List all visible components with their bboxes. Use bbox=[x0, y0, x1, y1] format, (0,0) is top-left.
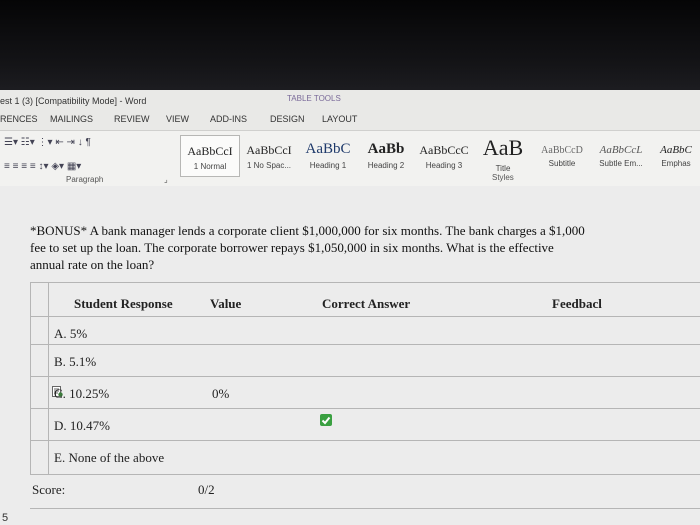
table-border-top bbox=[30, 282, 700, 283]
style-normal[interactable]: AaBbCcI 1 Normal bbox=[180, 135, 240, 177]
tab-layout[interactable]: LAYOUT bbox=[322, 114, 357, 124]
table-border-bottom bbox=[30, 508, 700, 509]
title-bar: est 1 (3) [Compatibility Mode] - Word TA… bbox=[0, 90, 700, 110]
option-d: D. 10.47% bbox=[54, 418, 110, 433]
table-row-divider bbox=[30, 474, 700, 475]
style-subtle-emphasis[interactable]: AaBbCcL Subtle Em... bbox=[592, 135, 650, 175]
header-value: Value bbox=[210, 296, 242, 311]
multilevel-list-icon[interactable]: ⋮▾ bbox=[38, 137, 53, 148]
align-right-icon[interactable]: ≡ bbox=[21, 161, 27, 172]
tab-add-ins[interactable]: ADD-INS bbox=[210, 114, 247, 124]
tab-design[interactable]: DESIGN bbox=[270, 114, 305, 124]
header-feedback: Feedbacl bbox=[552, 296, 602, 311]
numbering-icon[interactable]: ☷▾ bbox=[21, 137, 35, 148]
borders-icon[interactable]: ▦▾ bbox=[67, 161, 81, 172]
tab-mailings[interactable]: MAILINGS bbox=[50, 114, 93, 124]
table-row-divider bbox=[30, 376, 700, 377]
style-subtitle[interactable]: AaBbCcD Subtitle bbox=[534, 135, 590, 175]
style-title[interactable]: AaB Title bbox=[474, 135, 532, 175]
shading-icon[interactable]: ◈▾ bbox=[51, 161, 64, 172]
tab-review[interactable]: REVIEW bbox=[114, 114, 150, 124]
option-c: C. 10.25% bbox=[54, 386, 110, 401]
increase-indent-icon[interactable]: ⇥ bbox=[67, 137, 75, 148]
table-row-divider bbox=[30, 408, 700, 409]
option-e: E. None of the above bbox=[54, 450, 165, 465]
style-heading-3[interactable]: AaBbCcC Heading 3 bbox=[416, 135, 472, 175]
style-heading-1[interactable]: AaBbC Heading 1 bbox=[300, 135, 356, 175]
question-text: *BONUS* A bank manager lends a corporate… bbox=[30, 223, 585, 272]
paragraph-tools: ☰▾ ☷▾ ⋮▾ ⇤ ⇥ ↓ ¶ ≡ ≡ ≡ ≡ ↕▾ ◈▾ ▦▾ bbox=[4, 137, 91, 172]
context-tools-label: TABLE TOOLS bbox=[287, 94, 341, 103]
header-student-response: Student Response bbox=[74, 296, 173, 311]
table-row-divider bbox=[30, 344, 700, 345]
align-left-icon[interactable]: ≡ bbox=[4, 161, 10, 172]
monitor-bezel bbox=[0, 0, 700, 92]
option-a: A. 5% bbox=[54, 326, 88, 341]
option-c-value: 0% bbox=[212, 386, 230, 401]
tab-references[interactable]: RENCES bbox=[0, 114, 38, 124]
score-value: 0/2 bbox=[198, 482, 215, 497]
style-heading-2[interactable]: AaBb Heading 2 bbox=[358, 135, 414, 175]
align-center-icon[interactable]: ≡ bbox=[13, 161, 19, 172]
style-no-spacing[interactable]: AaBbCcI 1 No Spac... bbox=[240, 135, 298, 175]
table-header-divider bbox=[30, 316, 700, 317]
line-spacing-icon[interactable]: ↕▾ bbox=[39, 161, 49, 172]
window-title: est 1 (3) [Compatibility Mode] - Word bbox=[0, 96, 147, 106]
score-label: Score: bbox=[32, 482, 66, 497]
tab-view[interactable]: VIEW bbox=[166, 114, 189, 124]
option-b: B. 5.1% bbox=[54, 354, 97, 369]
decrease-indent-icon[interactable]: ⇤ bbox=[55, 137, 63, 148]
correct-answer-check-icon bbox=[320, 414, 332, 426]
table-border-left bbox=[30, 282, 31, 474]
paragraph-group-label: Paragraph bbox=[66, 175, 104, 184]
response-table: Student Response Value Correct Answer Fe… bbox=[30, 282, 700, 512]
sort-icon[interactable]: ↓ bbox=[78, 137, 83, 148]
bullets-icon[interactable]: ☰▾ bbox=[4, 137, 18, 148]
table-inner-left-border bbox=[48, 282, 49, 474]
ribbon-tabs: RENCES MAILINGS REVIEW VIEW ADD-INS DESI… bbox=[0, 110, 700, 130]
style-emphasis[interactable]: AaBbC Emphas bbox=[652, 135, 700, 175]
table-row-divider bbox=[30, 440, 700, 441]
paragraph-dialog-launcher-icon[interactable]: ⌟ bbox=[164, 175, 168, 184]
justify-icon[interactable]: ≡ bbox=[30, 161, 36, 172]
header-correct-answer: Correct Answer bbox=[322, 296, 411, 311]
ribbon: ☰▾ ☷▾ ⋮▾ ⇤ ⇥ ↓ ¶ ≡ ≡ ≡ ≡ ↕▾ ◈▾ ▦▾ Paragr… bbox=[0, 130, 700, 187]
page-number: 5 bbox=[2, 512, 9, 524]
pilcrow-icon[interactable]: ¶ bbox=[85, 137, 90, 148]
